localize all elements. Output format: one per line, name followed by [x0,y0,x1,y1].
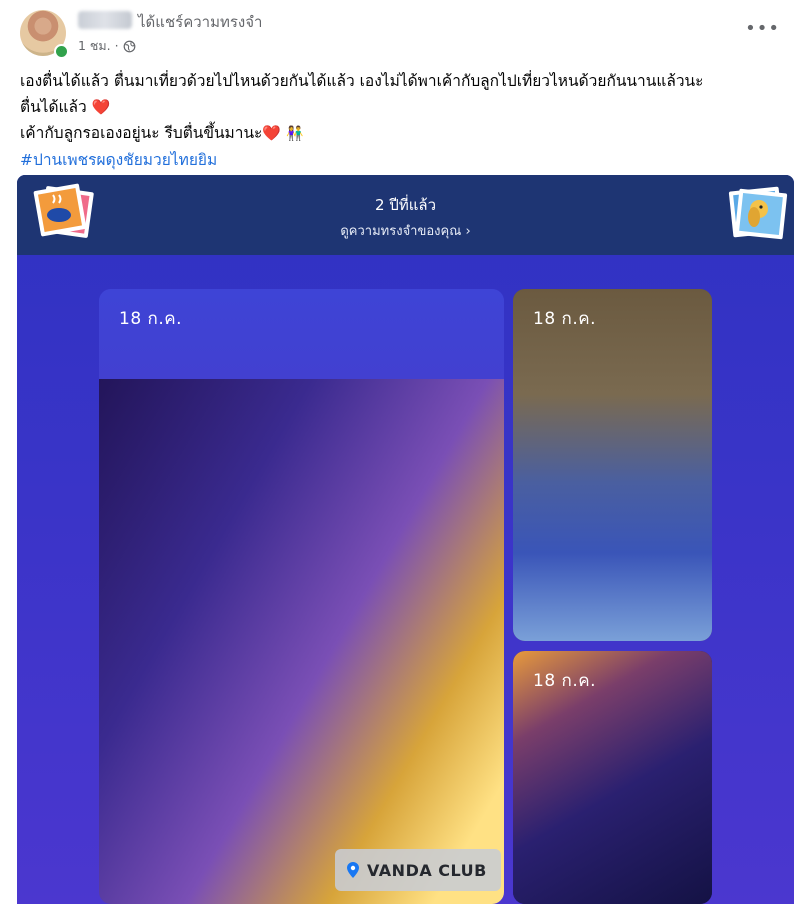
memory-photo-3[interactable]: 18 ก.ค. [513,651,712,904]
couple-emoji-icon: 👫 [286,126,304,142]
memory-photo-2[interactable]: 18 ก.ค. [513,289,712,641]
memory-photo-main[interactable]: 18 ก.ค. VANDA CLUB [99,289,504,904]
years-ago-label: 2 ปีที่แล้ว [374,196,436,214]
club-selfie-image [99,379,504,904]
photo-date-3: 18 ก.ค. [533,671,597,691]
heart-emoji-icon: ❤️ [91,98,111,116]
post-line-2-text: ตื่นได้แล้ว [20,98,87,116]
photo-date-2: 18 ก.ค. [533,309,597,329]
post-line-3: เค้ากับลูกรอเองอยู่นะ รีบตื่นขึ้นมานะ❤️ … [20,120,785,147]
dog-sticker-icon [728,186,788,240]
location-tag[interactable]: VANDA CLUB [335,849,501,891]
post-line-2: ตื่นได้แล้ว ❤️ [20,94,785,120]
more-options-button[interactable]: ••• [745,20,780,38]
location-name: VANDA CLUB [367,860,487,880]
post-time[interactable]: 1 ชม. · [78,36,119,56]
online-status-dot [54,44,69,59]
post-line-3-text: เค้ากับลูกรอเองอยู่นะ รีบตื่นขึ้นมานะ [20,124,263,142]
bedroom-image [513,289,712,641]
memory-header: 2 ปีที่แล้ว ดูความทรงจำของคุณ › [17,175,794,255]
post-line-1: เองตื่นได้แล้ว ตื่นมาเที่ยวด้วยไปไหนด้วย… [20,72,704,90]
memory-card[interactable]: 2 ปีที่แล้ว ดูความทรงจำของคุณ › 18 ก.ค. … [17,175,794,904]
post-body: เองตื่นได้แล้ว ตื่นมาเที่ยวด้วยไปไหนด้วย… [20,68,785,173]
chevron-right-icon: › [465,224,471,239]
location-pin-icon [347,862,359,878]
see-memories-link[interactable]: ดูความทรงจำของคุณ › [17,220,794,241]
hashtag-link[interactable]: #ปานเพชรผดุงชัยมวยไทยยิม [20,147,785,173]
globe-icon[interactable] [123,40,136,53]
see-memories-text: ดูความทรงจำของคุณ [340,224,462,239]
post-meta: 1 ชม. · [78,36,136,56]
post-header: ได้แชร์ความทรงจำ 1 ชม. · ••• [0,0,800,62]
heart-emoji-icon-2: ❤️ [262,124,282,142]
author-name-redacted[interactable] [78,11,132,29]
photo-date-1: 18 ก.ค. [119,309,183,329]
share-action-text: ได้แชร์ความทรงจำ [138,13,263,31]
